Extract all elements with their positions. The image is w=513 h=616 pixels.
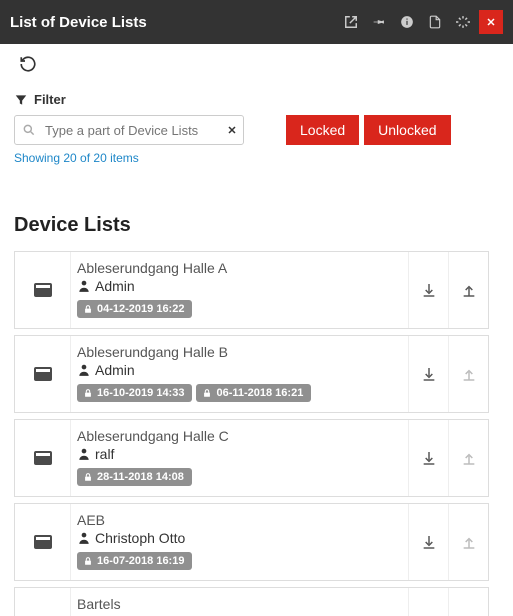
download-button[interactable]: [408, 588, 448, 616]
item-name: Bartels: [77, 596, 398, 612]
search-wrap: [14, 115, 244, 145]
list-item-body: Bartelsi4Demo01-10-2018 04:4710-08-2018 …: [71, 588, 408, 616]
row-actions: [408, 420, 488, 496]
titlebar: List of Device Lists: [0, 0, 513, 44]
badge-text: 16-10-2019 14:33: [97, 387, 184, 399]
item-name: Ableserundgang Halle B: [77, 344, 398, 360]
upload-button: [448, 588, 488, 616]
list-scroll[interactable]: Device Lists Ableserundgang Halle A Admin…: [0, 178, 503, 616]
close-button[interactable]: [479, 10, 503, 34]
pin-icon[interactable]: [367, 10, 391, 34]
owner-name: Christoph Otto: [95, 530, 185, 546]
title-actions: [339, 10, 503, 34]
list-item-body: Ableserundgang Halle B Admin 16-10-2019 14…: [71, 336, 408, 412]
locked-button[interactable]: Locked: [286, 115, 359, 145]
list-item-body: Ableserundgang Halle A Admin 04-12-2019 16…: [71, 252, 408, 328]
download-button[interactable]: [408, 504, 448, 580]
item-owner: Christoph Otto: [77, 530, 398, 546]
filter-icon: [14, 93, 28, 107]
lock-badge: 04-12-2019 16:22: [77, 300, 192, 318]
badge-text: 04-12-2019 16:22: [97, 303, 184, 315]
row-actions: [408, 504, 488, 580]
download-button[interactable]: [408, 252, 448, 328]
item-name: Ableserundgang Halle C: [77, 428, 398, 444]
result-count: Showing 20 of 20 items: [14, 151, 499, 165]
item-owner: Admin: [77, 362, 398, 378]
lock-badge: 16-10-2019 14:33: [77, 384, 192, 402]
upload-button: [448, 420, 488, 496]
badge-text: 28-11-2018 14:08: [97, 471, 184, 483]
row-actions: [408, 336, 488, 412]
list-item-body: Ableserundgang Halle C ralf 28-11-2018 14:…: [71, 420, 408, 496]
list-item[interactable]: Ableserundgang Halle B Admin 16-10-2019 14…: [14, 335, 489, 413]
lock-badge: 16-07-2018 16:19: [77, 552, 192, 570]
badge-text: 16-07-2018 16:19: [97, 555, 184, 567]
list-item[interactable]: AEB Christoph Otto 16-07-2018 16:19: [14, 503, 489, 581]
refresh-button[interactable]: [14, 50, 42, 78]
info-icon[interactable]: [395, 10, 419, 34]
item-name: AEB: [77, 512, 398, 528]
owner-name: Admin: [95, 278, 135, 294]
item-owner: Admin: [77, 278, 398, 294]
list-item-body: AEB Christoph Otto 16-07-2018 16:19: [71, 504, 408, 580]
download-button[interactable]: [408, 420, 448, 496]
device-icon: [15, 504, 71, 580]
item-owner: ralf: [77, 446, 398, 462]
search-input[interactable]: [14, 115, 244, 145]
badges: 16-07-2018 16:19: [77, 552, 398, 570]
row-actions: [408, 252, 488, 328]
badges: 16-10-2019 14:33 06-11-2018 16:21: [77, 384, 398, 402]
pdf-icon[interactable]: [423, 10, 447, 34]
row-actions: [408, 588, 488, 616]
list-item[interactable]: Ableserundgang Halle A Admin 04-12-2019 16…: [14, 251, 489, 329]
filter-text: Filter: [34, 92, 66, 107]
section-title: Device Lists: [14, 214, 489, 237]
owner-name: Admin: [95, 362, 135, 378]
lock-badge: 06-11-2018 16:21: [196, 384, 311, 402]
page-title: List of Device Lists: [10, 14, 147, 31]
settings-icon[interactable]: [451, 10, 475, 34]
upload-button: [448, 504, 488, 580]
filter-label: Filter: [14, 92, 499, 107]
device-icon: [15, 336, 71, 412]
upload-button: [448, 336, 488, 412]
owner-name: ralf: [95, 446, 114, 462]
badge-text: 06-11-2018 16:21: [216, 387, 303, 399]
badges: 04-12-2019 16:22: [77, 300, 398, 318]
upload-button[interactable]: [448, 252, 488, 328]
device-icon: [15, 252, 71, 328]
filter-area: Filter Locked Unlocked Showing 20 of 20 …: [0, 84, 513, 169]
popout-icon[interactable]: [339, 10, 363, 34]
item-name: Ableserundgang Halle A: [77, 260, 398, 276]
list-item[interactable]: Ableserundgang Halle C ralf 28-11-2018 14:…: [14, 419, 489, 497]
rows-container: Ableserundgang Halle A Admin 04-12-2019 16…: [14, 251, 489, 616]
list-item[interactable]: Bartelsi4Demo01-10-2018 04:4710-08-2018 …: [14, 587, 489, 616]
toolbar: [0, 44, 513, 84]
clear-search-button[interactable]: [226, 124, 238, 136]
download-button[interactable]: [408, 336, 448, 412]
lock-badge: 28-11-2018 14:08: [77, 468, 192, 486]
filter-row: Locked Unlocked: [14, 115, 499, 145]
badges: 28-11-2018 14:08: [77, 468, 398, 486]
unlocked-button[interactable]: Unlocked: [364, 115, 450, 145]
search-icon: [22, 123, 36, 137]
device-icon: [15, 588, 71, 616]
device-icon: [15, 420, 71, 496]
